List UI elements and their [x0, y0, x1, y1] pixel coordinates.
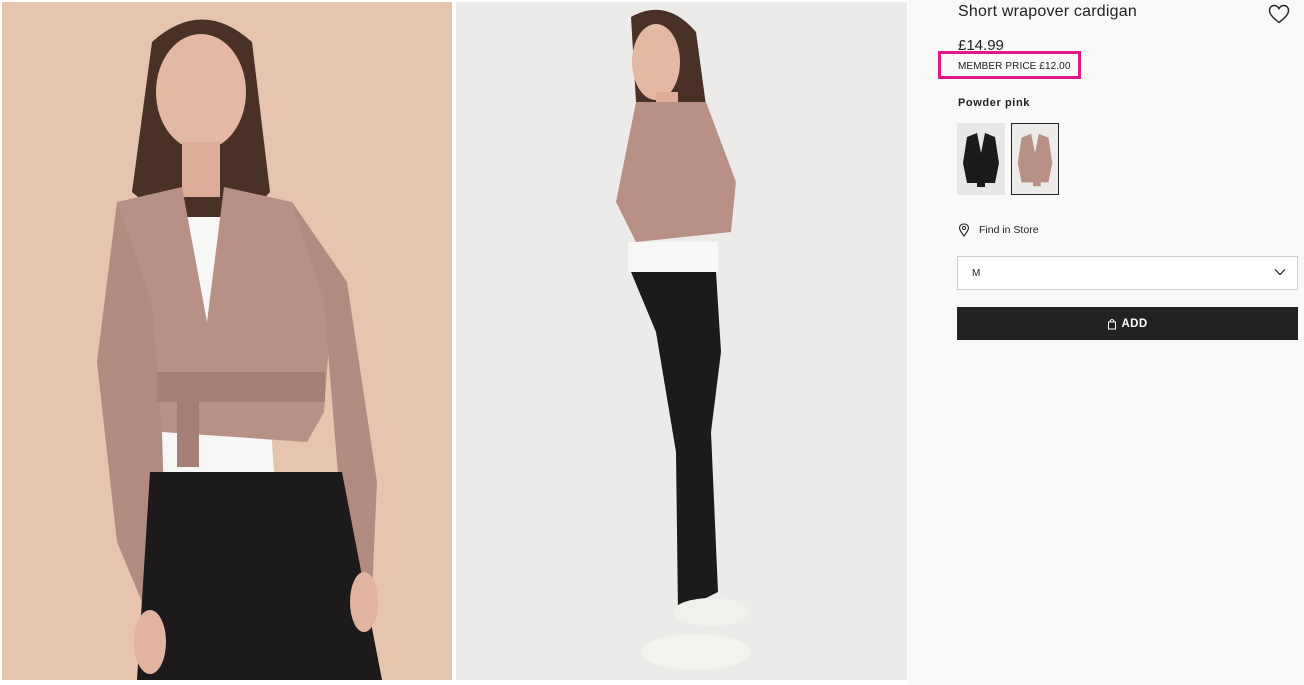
product-image-side[interactable]	[456, 2, 907, 680]
add-button-label: ADD	[1121, 317, 1148, 330]
add-to-bag-button[interactable]: ADD	[957, 307, 1298, 340]
colour-swatch-powder-pink[interactable]	[1011, 123, 1059, 195]
location-pin-icon	[958, 223, 970, 237]
size-dropdown[interactable]: M	[957, 256, 1298, 290]
product-info-panel: Short wrapover cardigan £14.99 MEMBER PR…	[908, 0, 1304, 685]
product-title: Short wrapover cardigan	[958, 3, 1137, 20]
product-image-front[interactable]	[2, 2, 452, 680]
selected-colour-label: Powder pink	[958, 97, 1030, 109]
find-in-store-label: Find in Store	[979, 224, 1039, 236]
swatch-pink-thumbnail	[1012, 124, 1058, 194]
colour-swatch-black[interactable]	[957, 123, 1005, 195]
size-selected-value: M	[972, 268, 981, 279]
swatch-black-thumbnail	[957, 123, 1005, 195]
model-front-illustration	[2, 2, 452, 680]
model-side-illustration	[456, 2, 907, 680]
shopping-bag-icon	[1108, 318, 1117, 329]
find-in-store-link[interactable]: Find in Store	[958, 221, 1039, 239]
chevron-down-icon	[1274, 269, 1286, 276]
member-price: MEMBER PRICE £12.00	[958, 61, 1071, 72]
heart-icon[interactable]	[1268, 4, 1290, 24]
